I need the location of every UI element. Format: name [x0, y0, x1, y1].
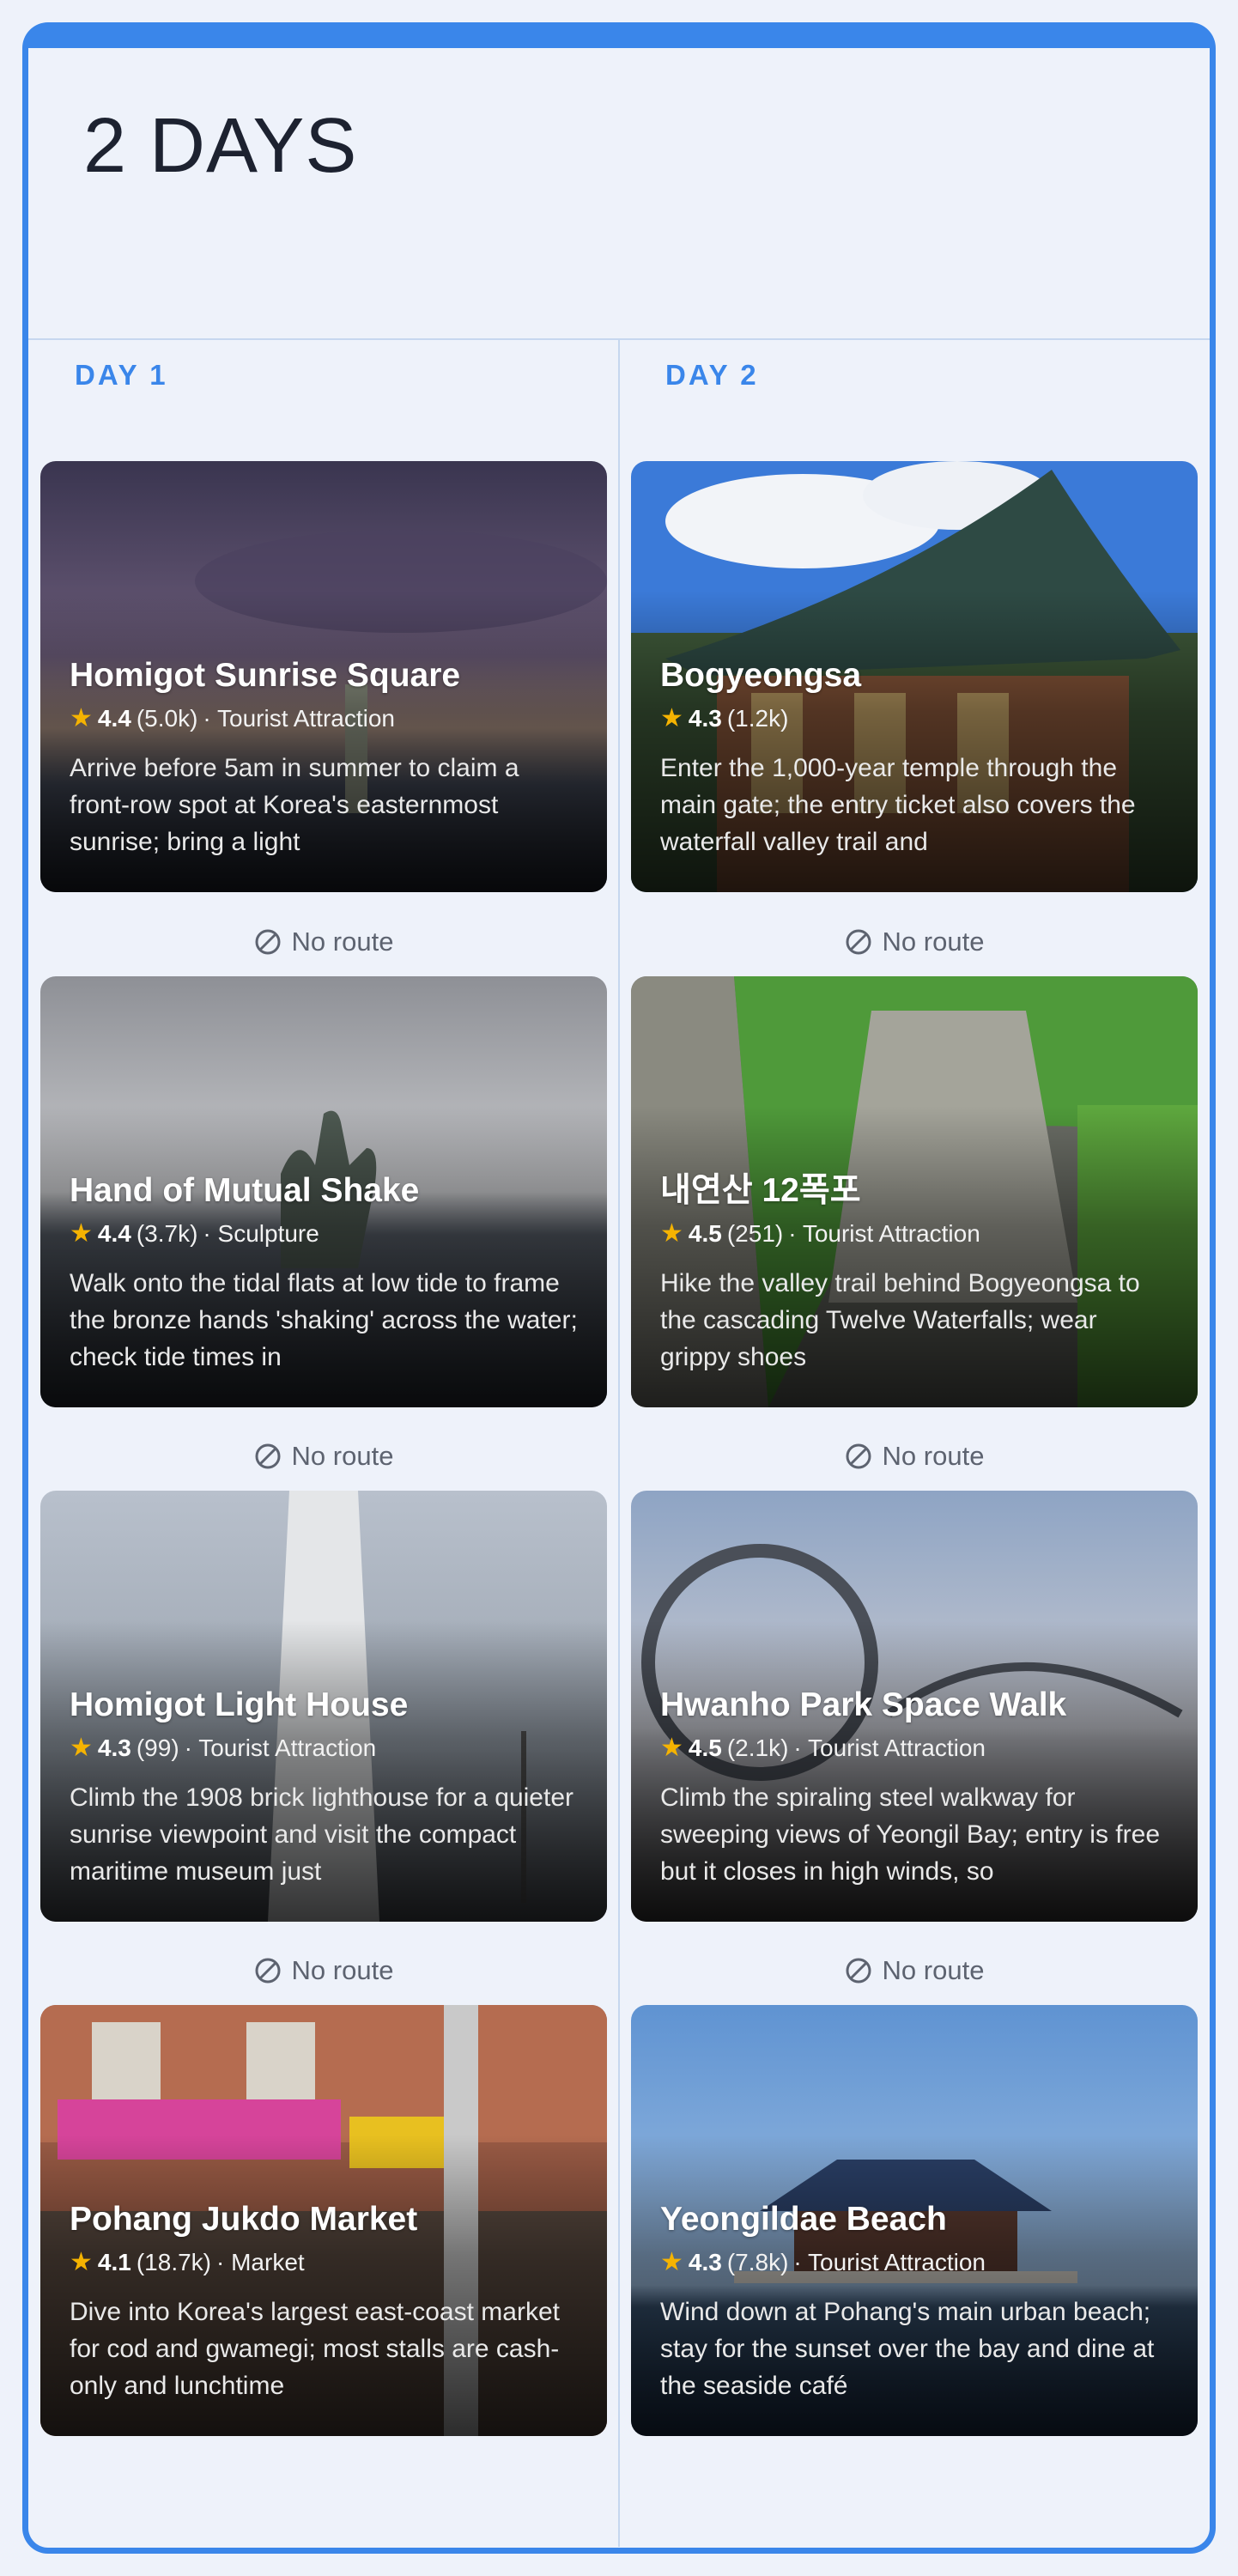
rating-value: 4.3 — [688, 2249, 722, 2275]
place-name: Pohang Jukdo Market — [70, 2201, 418, 2238]
place-description: Walk onto the tidal flats at low tide to… — [70, 1269, 578, 1371]
review-count: (3.7k) — [136, 1220, 198, 1247]
place-name: 내연산 12폭포 — [660, 1172, 861, 1209]
no-route-icon — [255, 1443, 281, 1469]
itinerary-panel: 2 DAYS DAY 1 DAY 2 Homigot Sunrise Squar… — [22, 22, 1216, 2554]
review-count: (5.0k) — [136, 705, 198, 732]
place-name: Hwanho Park Space Walk — [660, 1686, 1067, 1723]
rating-value: 4.5 — [688, 1220, 722, 1247]
no-route-icon — [255, 1958, 281, 1984]
place-meta: ★ 4.3 (99) · Tourist Attraction — [70, 1733, 578, 1764]
place-card-homigot-light-house[interactable]: Homigot Light House ★ 4.3 (99) · Tourist… — [40, 1491, 607, 1922]
place-card-hwanho-park-space-walk[interactable]: Hwanho Park Space Walk ★ 4.5 (2.1k) · To… — [631, 1491, 1198, 1922]
review-count: (99) — [136, 1735, 179, 1761]
rating-value: 4.5 — [688, 1735, 722, 1761]
star-icon: ★ — [70, 2248, 93, 2276]
review-count: (7.8k) — [726, 2249, 789, 2275]
star-icon: ★ — [70, 1219, 93, 1248]
place-name: Hand of Mutual Shake — [70, 1172, 420, 1209]
page-title: 2 DAYS — [83, 103, 358, 189]
review-count: (2.1k) — [726, 1735, 789, 1761]
place-description: Hike the valley trail behind Bogyeongsa … — [660, 1269, 1140, 1371]
place-meta: ★ 4.3 (1.2k) — [660, 703, 1168, 734]
review-count: (251) — [726, 1220, 784, 1247]
star-icon: ★ — [660, 1734, 683, 1762]
place-description: Enter the 1,000-year temple through the … — [660, 754, 1136, 856]
place-category: · Tourist Attraction — [793, 2249, 986, 2275]
place-category: · Tourist Attraction — [203, 705, 395, 732]
place-meta: ★ 4.5 (2.1k) · Tourist Attraction — [660, 1733, 1168, 1764]
place-meta: ★ 4.5 (251) · Tourist Attraction — [660, 1218, 1168, 1249]
place-category: · Tourist Attraction — [793, 1735, 986, 1761]
route-label: No route — [882, 1441, 985, 1471]
route-label: No route — [291, 1441, 394, 1471]
day-2-label: DAY 2 — [665, 359, 759, 391]
no-route-icon — [846, 929, 871, 955]
day-1-label: DAY 1 — [75, 359, 168, 391]
route-status[interactable]: No route — [40, 920, 607, 963]
place-category: · Tourist Attraction — [184, 1735, 377, 1761]
no-route-icon — [846, 1958, 871, 1984]
place-description: Arrive before 5am in summer to claim a f… — [70, 754, 519, 856]
place-description: Climb the spiraling steel walkway for sw… — [660, 1783, 1160, 1886]
place-meta: ★ 4.3 (7.8k) · Tourist Attraction — [660, 2247, 1168, 2278]
place-description: Wind down at Pohang's main urban beach; … — [660, 2298, 1155, 2400]
rating-value: 4.3 — [97, 1735, 131, 1761]
place-category: · Sculpture — [203, 1220, 319, 1247]
rating-value: 4.1 — [97, 2249, 131, 2275]
route-label: No route — [882, 927, 985, 957]
route-label: No route — [291, 927, 394, 957]
route-status[interactable]: No route — [40, 1435, 607, 1478]
place-name: Yeongildae Beach — [660, 2201, 947, 2238]
place-card-naeyeonsan-12-waterfalls[interactable]: 내연산 12폭포 ★ 4.5 (251) · Tourist Attractio… — [631, 976, 1198, 1407]
route-label: No route — [882, 1955, 985, 1985]
place-meta: ★ 4.4 (5.0k) · Tourist Attraction — [70, 703, 578, 734]
rating-value: 4.4 — [97, 705, 131, 732]
place-card-pohang-jukdo-market[interactable]: Pohang Jukdo Market ★ 4.1 (18.7k) · Mark… — [40, 2005, 607, 2436]
place-name: Homigot Sunrise Square — [70, 657, 461, 694]
place-category: · Market — [216, 2249, 305, 2275]
place-card-hand-of-mutual-shake[interactable]: Hand of Mutual Shake ★ 4.4 (3.7k) · Scul… — [40, 976, 607, 1407]
place-meta: ★ 4.4 (3.7k) · Sculpture — [70, 1218, 578, 1249]
place-description: Dive into Korea's largest east-coast mar… — [70, 2298, 560, 2400]
place-category: · Tourist Attraction — [788, 1220, 980, 1247]
star-icon: ★ — [660, 704, 683, 732]
route-label: No route — [291, 1955, 394, 1985]
route-status[interactable]: No route — [631, 1949, 1198, 1992]
place-name: Bogyeongsa — [660, 657, 862, 694]
place-description: Climb the 1908 brick lighthouse for a qu… — [70, 1783, 573, 1886]
review-count: (18.7k) — [136, 2249, 211, 2275]
column-divider — [618, 340, 620, 2547]
no-route-icon — [255, 929, 281, 955]
route-status[interactable]: No route — [40, 1949, 607, 1992]
place-card-yeongildae-beach[interactable]: Yeongildae Beach ★ 4.3 (7.8k) · Tourist … — [631, 2005, 1198, 2436]
place-card-homigot-sunrise-square[interactable]: Homigot Sunrise Square ★ 4.4 (5.0k) · To… — [40, 461, 607, 892]
star-icon: ★ — [660, 2248, 683, 2276]
route-status[interactable]: No route — [631, 920, 1198, 963]
rating-value: 4.4 — [97, 1220, 131, 1247]
review-count: (1.2k) — [726, 705, 789, 732]
place-card-bogyeongsa[interactable]: Bogyeongsa ★ 4.3 (1.2k) Enter the 1,000-… — [631, 461, 1198, 892]
route-status[interactable]: No route — [631, 1435, 1198, 1478]
star-icon: ★ — [70, 1734, 93, 1762]
place-name: Homigot Light House — [70, 1686, 409, 1723]
star-icon: ★ — [70, 704, 93, 732]
rating-value: 4.3 — [688, 705, 722, 732]
place-meta: ★ 4.1 (18.7k) · Market — [70, 2247, 578, 2278]
star-icon: ★ — [660, 1219, 683, 1248]
no-route-icon — [846, 1443, 871, 1469]
